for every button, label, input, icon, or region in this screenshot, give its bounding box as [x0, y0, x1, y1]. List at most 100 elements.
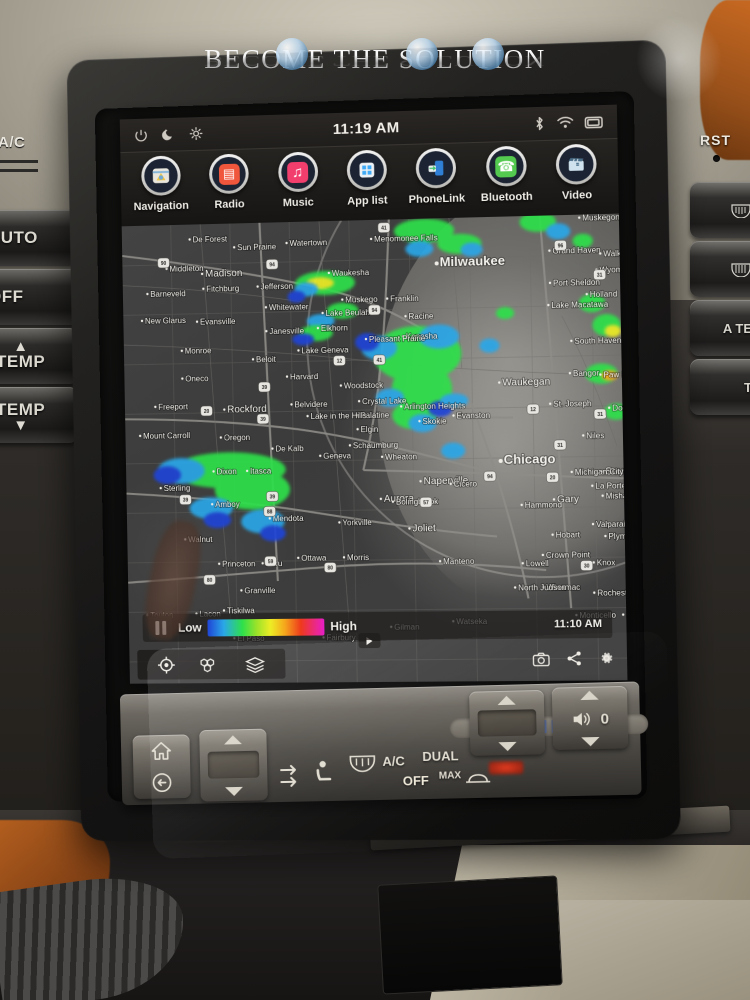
highway-shield: 30	[580, 560, 592, 570]
map-left-toolbar[interactable]	[137, 648, 286, 680]
bluetooth-phone-icon: ☎	[488, 148, 524, 184]
highway-shield: 57	[420, 497, 432, 507]
map-city-dot	[591, 522, 595, 526]
temp-up-button[interactable]: ▲ TEMP	[0, 328, 78, 384]
share-icon[interactable]	[566, 650, 583, 666]
off-button[interactable]: OFF	[0, 269, 78, 325]
app-navigation[interactable]: Navigation	[128, 155, 194, 213]
map-city-label: Evansville	[200, 317, 236, 327]
auto-button[interactable]: AUTO	[0, 210, 78, 266]
map-city-label: Madison	[205, 268, 242, 280]
rear-defroster-icon	[731, 204, 750, 218]
map-city-dot	[403, 314, 407, 318]
stacked-layers-icon[interactable]	[244, 655, 265, 672]
weather-radar-map[interactable]: Chicago Milwaukee Madison Rockford Aurora Nap…	[121, 213, 628, 684]
map-city-label: Janesville	[269, 326, 305, 336]
map-city-dot	[268, 517, 271, 520]
hexagon-layers-icon[interactable]	[200, 656, 221, 673]
night-mode-icon[interactable]	[161, 127, 176, 142]
app-app-list[interactable]: App list	[334, 149, 401, 208]
right-temp-down-button[interactable]: T	[690, 359, 750, 415]
app-icon-ring: ▤	[208, 153, 250, 195]
power-icon[interactable]	[134, 128, 149, 143]
right-temp-down-label: T	[744, 379, 750, 395]
map-city-label: Morris	[347, 553, 369, 562]
locate-icon[interactable]	[157, 655, 176, 674]
fan-speed-rocker[interactable]	[199, 728, 268, 802]
volume-rocker[interactable]: 0	[551, 685, 629, 751]
map-city-dot	[317, 327, 320, 331]
map-city-dot	[338, 521, 341, 525]
map-city-label: Schaumburg	[353, 441, 398, 451]
map-city-label: Beloit	[256, 355, 277, 364]
max-defrost-label[interactable]: MAX	[439, 770, 462, 782]
temp-down-icon[interactable]	[498, 741, 517, 752]
temp-up-label: TEMP	[0, 351, 46, 371]
seat-airflow-icon[interactable]	[309, 757, 342, 790]
map-city-dot	[188, 238, 191, 241]
screenshot-root: Become The Solution Become The Solution …	[0, 0, 750, 1000]
map-city-label: Sterling	[164, 484, 191, 493]
map-city-label: Ottawa	[301, 554, 327, 563]
rear-defroster-button[interactable]	[690, 182, 750, 238]
fan-down-icon[interactable]	[225, 786, 244, 797]
fan-up-icon[interactable]	[223, 735, 242, 745]
temp-down-button[interactable]: TEMP ▼	[0, 387, 78, 443]
air-recirculation-icon[interactable]	[279, 762, 305, 790]
map-city-dot	[286, 242, 289, 246]
front-defroster-button[interactable]	[690, 241, 750, 297]
right-button-column: A TE T	[690, 182, 750, 418]
camera-icon[interactable]	[532, 651, 549, 666]
app-icon-ring: ♫	[277, 151, 318, 193]
radio-icon: ▤	[211, 156, 247, 192]
map-city-label: Menomonee Falls	[374, 233, 438, 244]
volume-down-icon[interactable]	[581, 736, 600, 747]
app-phonelink[interactable]: PhoneLink	[403, 147, 470, 206]
app-music[interactable]: ♫ Music	[265, 151, 332, 210]
rst-button[interactable]	[713, 155, 720, 162]
map-city-dot	[379, 497, 382, 500]
windshield-defrost-icon[interactable]	[348, 752, 376, 773]
map-city-label: Monroe	[185, 346, 212, 356]
map-city-dot	[251, 358, 255, 361]
app-icon-ring: ☎	[485, 145, 527, 187]
status-right-icons	[533, 114, 603, 131]
settings-gear-icon[interactable]	[598, 650, 615, 666]
highway-shield: 96	[554, 240, 566, 250]
map-city-dot	[551, 533, 554, 536]
watermark-orb-2	[406, 38, 439, 70]
map-city-dot	[498, 458, 503, 464]
right-temp-up-button[interactable]: A TE	[690, 300, 750, 356]
map-city-dot	[593, 591, 596, 594]
map-city-dot	[222, 609, 226, 612]
off-label[interactable]: OFF	[403, 773, 429, 789]
map-city-label: Woodstock	[344, 381, 383, 391]
app-video[interactable]: Video	[543, 143, 611, 202]
map-city-dot	[417, 419, 420, 422]
map-city-dot	[582, 434, 585, 437]
app-radio[interactable]: ▤ Radio	[196, 153, 262, 211]
volume-up-icon[interactable]	[580, 690, 599, 701]
app-bluetooth[interactable]: ☎ Bluetooth	[473, 145, 541, 204]
map-city-dot	[498, 381, 501, 384]
radar-control-bar[interactable]: Low High 11:10 AM	[142, 609, 613, 642]
temperature-rocker[interactable]	[469, 689, 546, 756]
map-city-label: Hammond	[525, 500, 562, 510]
ac-label[interactable]: A/C	[382, 753, 405, 768]
brightness-icon[interactable]	[189, 126, 204, 141]
dual-label[interactable]: DUAL	[422, 748, 459, 764]
home-button[interactable]	[133, 734, 191, 767]
highway-shield: 59	[265, 556, 277, 566]
watermark-orb-3	[472, 38, 505, 70]
map-city-label: Fitchburg	[206, 284, 239, 294]
svg-text:94: 94	[269, 262, 275, 268]
svg-text:57: 57	[423, 500, 429, 506]
car-airflow-icon[interactable]	[463, 768, 494, 789]
map-city-dot	[297, 349, 300, 352]
map-city-dot	[621, 613, 625, 616]
temp-up-icon[interactable]	[497, 695, 516, 706]
map-city-label: Sun Prairie	[237, 242, 277, 252]
fan-level-display	[207, 750, 260, 779]
back-button[interactable]	[133, 766, 191, 799]
music-icon: ♫	[280, 154, 315, 190]
